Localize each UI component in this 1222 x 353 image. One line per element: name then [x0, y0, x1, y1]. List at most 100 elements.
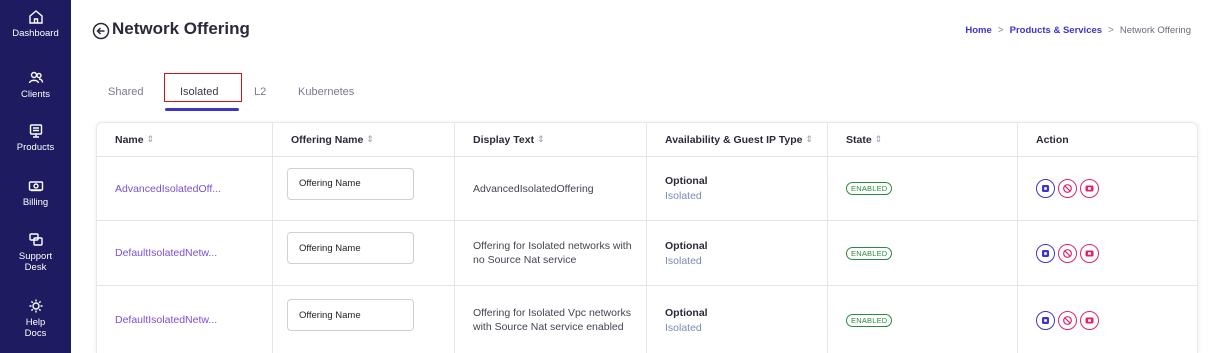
- sidebar-item-billing[interactable]: Billing: [0, 178, 71, 208]
- sort-icon[interactable]: ⇕: [875, 134, 883, 145]
- availability-cell: Optional Isolated: [647, 157, 828, 220]
- column-header-availability[interactable]: Availability & Guest IP Type ⇕: [647, 123, 828, 156]
- sort-icon[interactable]: ⇕: [147, 134, 155, 145]
- display-text: Offering for Isolated networks with no S…: [473, 240, 632, 266]
- sidebar-item-label: Support: [18, 251, 53, 262]
- sidebar-item-support-desk[interactable]: Support Desk: [0, 232, 71, 273]
- status-badge: ENABLED: [846, 313, 893, 327]
- ban-icon: [1063, 315, 1072, 325]
- offering-name-cell: [273, 286, 455, 353]
- status-badge: ENABLED: [846, 246, 893, 260]
- table-header-row: Name ⇕ Offering Name ⇕ Display Text ⇕ Avail…: [97, 123, 1197, 157]
- name-cell: DefaultIsolatedNetw...: [97, 221, 273, 285]
- delete-button[interactable]: [1080, 243, 1099, 263]
- column-header-label: Availability & Guest IP Type: [665, 133, 803, 146]
- table-row: AdvancedIsolatedOff... AdvancedIsolatedO…: [97, 157, 1197, 221]
- state-cell: ENABLED: [828, 157, 1018, 220]
- disable-button[interactable]: [1058, 179, 1077, 198]
- display-text-cell: AdvancedIsolatedOffering: [455, 157, 647, 220]
- sidebar-item-label: Docs: [24, 328, 47, 339]
- table-row: DefaultIsolatedNetw... Offering for Isol…: [97, 221, 1197, 286]
- breadcrumb-home[interactable]: Home: [965, 25, 991, 36]
- delete-button[interactable]: [1080, 310, 1099, 330]
- availability-text: Optional: [665, 175, 708, 187]
- column-header-name[interactable]: Name ⇕: [97, 123, 273, 156]
- column-header-label: Display Text: [473, 133, 535, 146]
- availability-text: Optional: [665, 306, 708, 319]
- sidebar-item-products[interactable]: Products: [0, 123, 71, 153]
- sort-icon[interactable]: ⇕: [806, 134, 814, 145]
- users-icon: [28, 71, 43, 84]
- disable-button[interactable]: [1058, 310, 1077, 330]
- state-cell: ENABLED: [828, 286, 1018, 353]
- breadcrumb-products-services[interactable]: Products & Services: [1010, 25, 1102, 36]
- offering-name-input[interactable]: [287, 299, 414, 331]
- sidebar-item-dashboard[interactable]: Dashboard: [0, 9, 71, 39]
- offering-name-input[interactable]: [287, 232, 414, 264]
- sidebar-item-label: Products: [16, 142, 55, 153]
- guest-ip-type: Isolated: [665, 254, 702, 267]
- sidebar-item-help-docs[interactable]: Help Docs: [0, 298, 71, 339]
- state-cell: ENABLED: [828, 221, 1018, 285]
- tab-kubernetes[interactable]: Kubernetes: [298, 86, 354, 98]
- gear-icon: [29, 299, 42, 313]
- delete-icon: [1085, 317, 1094, 323]
- manage-icon: [1042, 185, 1049, 192]
- name-cell: AdvancedIsolatedOff...: [97, 157, 273, 220]
- action-cell: [1018, 286, 1197, 353]
- column-header-display-text[interactable]: Display Text ⇕: [455, 123, 647, 156]
- manage-icon: [1042, 249, 1049, 257]
- name-cell: DefaultIsolatedNetw...: [97, 286, 273, 353]
- home-icon: [28, 10, 43, 24]
- display-text: AdvancedIsolatedOffering: [473, 182, 594, 195]
- column-header-label: Action: [1036, 133, 1069, 146]
- manage-button[interactable]: [1036, 179, 1055, 198]
- display-text-cell: Offering for Isolated Vpc networks with …: [455, 286, 647, 353]
- manage-button[interactable]: [1036, 243, 1055, 263]
- sidebar-item-label: Clients: [20, 89, 51, 100]
- guest-ip-type: Isolated: [665, 321, 702, 334]
- sidebar-item-label: Dashboard: [12, 28, 59, 39]
- breadcrumb-separator: >: [997, 25, 1004, 36]
- back-arrow-icon[interactable]: [92, 22, 110, 40]
- column-header-state[interactable]: State ⇕: [828, 123, 1018, 156]
- sidebar-item-label: Desk: [24, 262, 47, 273]
- offering-name-cell: [273, 221, 455, 285]
- delete-button[interactable]: [1080, 179, 1099, 198]
- sidebar-item-clients[interactable]: Clients: [0, 70, 71, 100]
- ban-icon: [1063, 248, 1072, 258]
- network-offering-table: Name ⇕ Offering Name ⇕ Display Text ⇕ Avail…: [96, 122, 1198, 353]
- offering-name-link[interactable]: AdvancedIsolatedOff...: [115, 183, 221, 195]
- offering-name-link[interactable]: DefaultIsolatedNetw...: [115, 314, 217, 326]
- action-cell: [1018, 157, 1197, 220]
- display-text-cell: Offering for Isolated networks with no S…: [455, 221, 647, 285]
- delete-icon: [1085, 185, 1094, 192]
- server-icon: [29, 124, 42, 138]
- action-cell: [1018, 221, 1197, 285]
- availability-cell: Optional Isolated: [647, 286, 828, 353]
- tab-l2[interactable]: L2: [254, 86, 266, 98]
- column-header-offering-name[interactable]: Offering Name ⇕: [273, 123, 455, 156]
- tab-shared[interactable]: Shared: [108, 86, 143, 98]
- tab-highlight-box: [164, 73, 242, 102]
- support-icon: [28, 233, 43, 246]
- page-title: Network Offering: [112, 19, 250, 38]
- breadcrumb: Home > Products & Services > Network Off…: [965, 25, 1191, 36]
- manage-button[interactable]: [1036, 310, 1055, 330]
- disable-button[interactable]: [1058, 243, 1077, 263]
- offering-name-link[interactable]: DefaultIsolatedNetw...: [115, 247, 217, 259]
- sidebar: Dashboard Clients Products Billing Suppo…: [0, 0, 71, 353]
- sort-icon[interactable]: ⇕: [537, 134, 545, 145]
- manage-icon: [1042, 316, 1049, 324]
- breadcrumb-current: Network Offering: [1119, 25, 1191, 36]
- column-header-label: State: [846, 133, 872, 146]
- active-tab-indicator: [165, 108, 239, 111]
- column-header-label: Name: [115, 133, 144, 146]
- offering-name-input[interactable]: [287, 167, 414, 200]
- sidebar-item-label: Billing: [22, 197, 49, 208]
- column-header-action: Action: [1018, 123, 1197, 156]
- availability-text: Optional: [665, 239, 708, 252]
- money-icon: [28, 181, 43, 192]
- sort-icon[interactable]: ⇕: [366, 134, 374, 145]
- column-header-label: Offering Name: [291, 133, 364, 146]
